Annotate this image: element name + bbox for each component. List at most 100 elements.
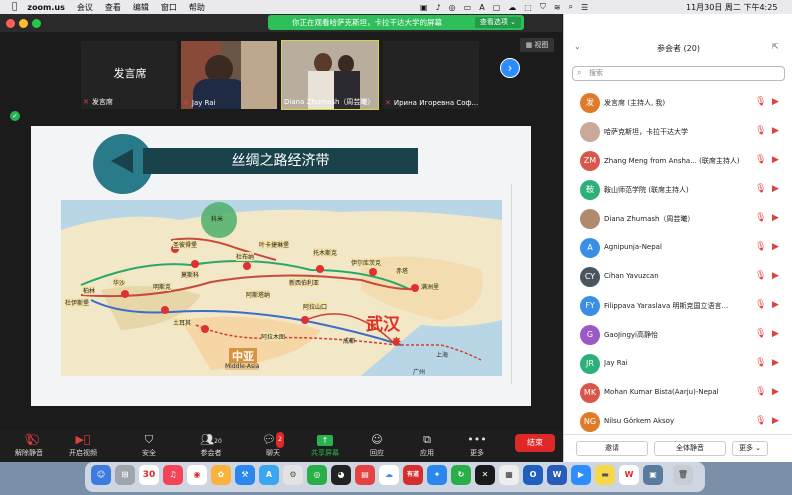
menu-window[interactable]: 窗口 [161,2,177,13]
video-off-icon[interactable]: ▶︎ [772,126,779,136]
share-screen-button[interactable]: ↑ 共享屏幕 [302,432,348,458]
mute-all-button[interactable]: 全体静音 [654,441,726,456]
video-off-icon[interactable]: ▶︎ [772,271,779,281]
participant-search-input[interactable]: 搜索 [572,66,785,81]
video-thumbnail[interactable]: 发言席 ✕ 发言席 [80,40,178,110]
unmute-button[interactable]: 🎙︎⃠ 解除静音 [6,432,52,458]
finder-icon[interactable]: ☺ [91,465,111,485]
participant-row[interactable]: NG Nilsu Görkem Aksoy 🎙︎ ▶︎ [564,408,792,437]
minimize-window-icon[interactable] [19,19,28,28]
zoom-status-icon[interactable]: ▣ [420,3,428,12]
participants-button[interactable]: 👥︎20 参会者 [188,432,234,458]
apple-menu-icon[interactable]:  [12,2,17,12]
screenshot-icon[interactable]: ▣ [643,465,663,485]
video-off-icon[interactable]: ▶︎ [772,358,779,368]
photos-icon[interactable]: ✿ [211,465,231,485]
music-app-icon[interactable]: ♫ [163,465,183,485]
calendar-icon[interactable]: 30 [139,465,159,485]
reactions-button[interactable]: ☺ 回应 [354,432,400,458]
video-thumbnail[interactable]: ✕ Jay Rai [180,40,278,110]
launchpad-icon[interactable]: ⊞ [115,465,135,485]
battery-status-icon[interactable]: ▭ [464,3,472,12]
menu-meeting[interactable]: 会议 [77,2,93,13]
preview-icon[interactable]: ▦ [499,465,519,485]
search-status-icon[interactable]: ⌕ [569,2,573,12]
menu-app-name[interactable]: zoom.us [27,3,64,12]
youdao-icon[interactable]: 有道 [403,465,423,485]
popout-icon[interactable]: ⇱ [772,42,779,51]
next-page-arrow-icon[interactable]: › [500,58,520,78]
word-icon[interactable]: W [547,465,567,485]
cloud-icon[interactable]: ☁ [508,3,516,12]
invite-button[interactable]: 邀请 [576,441,648,456]
participant-row[interactable]: 鞍鞍山师范学院 (联席主持人) 🎙︎ ▶︎ [564,176,792,205]
notes-red-icon[interactable]: ▤ [355,465,375,485]
muted-mic-icon[interactable]: 🎙︎ [755,97,766,107]
view-options-button[interactable]: 查看选项 ⌄ [474,17,521,28]
chat-button[interactable]: 💬︎ 2 聊天 [250,432,296,458]
fullscreen-window-icon[interactable] [32,19,41,28]
video-thumbnail[interactable]: ✕ Ирина Игоревна Соф... [382,40,480,110]
view-button[interactable]: ▦ 视图 [520,38,554,52]
share-status-icon[interactable]: ⬚ [524,3,532,12]
participant-row[interactable]: MK Mohan Kumar Bista(Aarju)-Nepal 🎙︎ ▶︎ [564,379,792,408]
text-input-icon[interactable]: A [479,3,484,12]
safari-icon[interactable]: ✦ [427,465,447,485]
video-off-icon[interactable]: ▶︎ [772,387,779,397]
settings-icon[interactable]: ⚙ [283,465,303,485]
video-off-icon[interactable]: ▶︎ [772,184,779,194]
muted-mic-icon[interactable]: 🎙︎ [755,184,766,194]
screen-icon[interactable]: ▢ [493,3,501,12]
wps-icon[interactable]: W [619,465,639,485]
cloud-drive-icon[interactable]: ☁ [379,465,399,485]
video-off-icon[interactable]: ▶︎ [772,155,779,165]
menu-view[interactable]: 查看 [105,2,121,13]
muted-mic-icon[interactable]: 🎙︎ [755,155,766,165]
video-off-icon[interactable]: ▶︎ [772,97,779,107]
trash-icon[interactable]: 🗑︎ [673,465,693,485]
video-off-icon[interactable]: ▶︎ [772,213,779,223]
close-window-icon[interactable] [6,19,15,28]
music-icon[interactable]: ♪ [436,3,441,12]
participant-row[interactable]: FY Filippava Yaraslava 明斯克国立语言... 🎙︎ ▶︎ [564,292,792,321]
more-button[interactable]: ••• 更多 [454,432,500,458]
video-off-icon[interactable]: ▶︎ [772,329,779,339]
outlook-icon[interactable]: O [523,465,543,485]
muted-mic-icon[interactable]: 🎙︎ [755,126,766,136]
panel-more-button[interactable]: 更多 ⌄ [732,441,768,456]
muted-mic-icon[interactable]: 🎙︎ [755,300,766,310]
menu-help[interactable]: 帮助 [189,2,205,13]
video-thumbnail-active[interactable]: Diana Zhumash（周芸曦） [281,40,379,110]
participant-row[interactable]: G GaoJingyi高静怡 🎙︎ ▶︎ [564,321,792,350]
participant-row[interactable]: ZM Zhang Meng from Ansha... (联席主持人) 🎙︎ ▶︎ [564,147,792,176]
wechat-status-icon[interactable]: ◎ [449,3,456,12]
muted-mic-icon[interactable]: 🎙︎ [755,271,766,281]
green-app-icon[interactable]: ↻ [451,465,471,485]
tools-icon[interactable]: ⚒ [235,465,255,485]
qq-icon[interactable]: ◕ [331,465,351,485]
start-video-button[interactable]: ▶⃠ 开启视频 [60,432,106,458]
end-meeting-button[interactable]: 结束 [515,434,555,452]
capcut-icon[interactable]: ✕ [475,465,495,485]
security-button[interactable]: ⛉ 安全 [126,432,172,458]
menu-clock[interactable]: 11月30日 周二 下午4:25 [686,0,777,14]
menu-edit[interactable]: 编辑 [133,2,149,13]
stickies-icon[interactable]: ▬ [595,465,615,485]
appstore-icon[interactable]: A [259,465,279,485]
muted-mic-icon[interactable]: 🎙︎ [755,242,766,252]
shield-status-icon[interactable]: ⛉ [540,2,546,12]
muted-mic-icon[interactable]: 🎙︎ [755,416,766,426]
participant-row[interactable]: A Agnipunja-Nepal 🎙︎ ▶︎ [564,234,792,263]
wifi-icon[interactable]: ≋ [554,3,561,12]
participant-row[interactable]: Diana Zhumash（周芸曦） 🎙︎ ▶︎ [564,205,792,234]
netease-music-icon[interactable]: ◉ [187,465,207,485]
wechat-icon[interactable]: ◎ [307,465,327,485]
muted-mic-icon[interactable]: 🎙︎ [755,329,766,339]
participant-row[interactable]: CY Cihan Yavuzcan 🎙︎ ▶︎ [564,263,792,292]
participant-row[interactable]: JR Jay Rai 🎙︎ ▶︎ [564,350,792,379]
zoom-app-icon[interactable]: ▶ [571,465,591,485]
participant-row[interactable]: 哈萨克斯坦，卡拉干达大学 🎙︎ ▶︎ [564,118,792,147]
video-off-icon[interactable]: ▶︎ [772,300,779,310]
muted-mic-icon[interactable]: 🎙︎ [755,213,766,223]
encryption-shield-icon[interactable]: ✓ [10,111,20,121]
